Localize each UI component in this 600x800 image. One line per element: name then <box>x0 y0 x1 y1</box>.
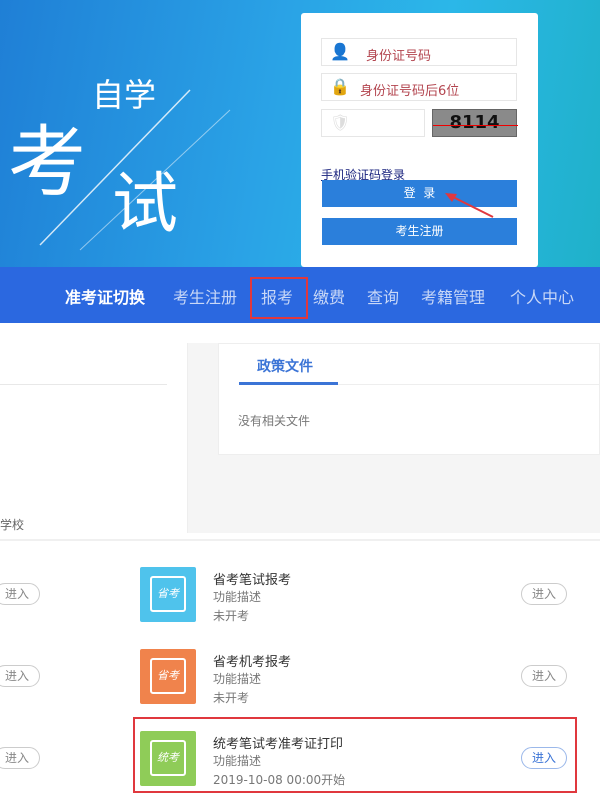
policy-card: 政策文件 没有相关文件 <box>218 343 600 455</box>
id-placeholder: 身份证号码 <box>366 49 432 64</box>
divider <box>0 384 167 385</box>
list-item: 进入 省考 省考笔试报考 功能描述 未开考 进入 <box>0 567 600 627</box>
password-placeholder: 身份证号码后6位 <box>360 84 460 99</box>
item-status: 未开考 <box>213 691 250 705</box>
banner-art-text: 自学 <box>92 76 157 114</box>
notebook-pen-icon: 省考 <box>140 567 196 622</box>
main-nav: 准考证切换 考生注册 报考 缴费 查询 考籍管理 个人中心 <box>0 267 600 323</box>
list-item: 进入 省考 省考机考报考 功能描述 未开考 进入 <box>0 649 600 709</box>
item-title: 省考机考报考 <box>213 655 292 670</box>
captcha-input[interactable]: 🛡 <box>321 109 425 137</box>
item-status: 未开考 <box>213 609 250 623</box>
highlight-box <box>133 717 577 793</box>
empty-message: 没有相关文件 <box>238 414 311 428</box>
nav-item-query[interactable]: 查询 <box>367 284 399 308</box>
banner-art-text: 试 <box>112 165 178 242</box>
register-button[interactable]: 考生注册 <box>322 218 517 245</box>
enter-button[interactable]: 进入 <box>0 665 40 687</box>
divider <box>0 539 600 541</box>
tab-policy-files[interactable]: 政策文件 <box>257 356 313 376</box>
arrow-annotation-icon <box>445 193 494 218</box>
nav-item-payment[interactable]: 缴费 <box>313 284 345 308</box>
enter-button[interactable]: 进入 <box>521 665 567 687</box>
captcha-image[interactable]: 8114 <box>432 109 518 137</box>
left-panel: 学校 <box>0 343 188 533</box>
nav-item-personal[interactable]: 个人中心 <box>510 284 574 308</box>
enter-button[interactable]: 进入 <box>521 583 567 605</box>
login-panel: 👤 身份证号码 🔒 身份证号码后6位 🛡 8114 手机验证码登录 登 录 考生… <box>301 13 538 267</box>
id-number-input[interactable]: 👤 身份证号码 <box>321 38 517 66</box>
password-input[interactable]: 🔒 身份证号码后6位 <box>321 73 517 101</box>
item-desc: 功能描述 <box>213 672 262 686</box>
monitor-icon: 省考 <box>140 649 196 704</box>
captcha-code: 8114 <box>449 112 500 133</box>
item-title: 省考笔试报考 <box>213 573 292 588</box>
highlight-box <box>250 277 308 319</box>
school-label: 学校 <box>0 518 25 532</box>
user-icon: 👤 <box>330 42 350 61</box>
lock-icon: 🔒 <box>330 77 350 96</box>
shield-icon: 🛡 <box>330 113 351 132</box>
enter-button[interactable]: 进入 <box>0 583 40 605</box>
banner-art-text: 考 <box>8 118 87 208</box>
enter-button[interactable]: 进入 <box>0 747 40 769</box>
item-desc: 功能描述 <box>213 590 262 604</box>
nav-item-records[interactable]: 考籍管理 <box>421 284 485 308</box>
nav-item-register[interactable]: 考生注册 <box>173 284 237 308</box>
nav-item-switch-ticket[interactable]: 准考证切换 <box>65 284 145 308</box>
